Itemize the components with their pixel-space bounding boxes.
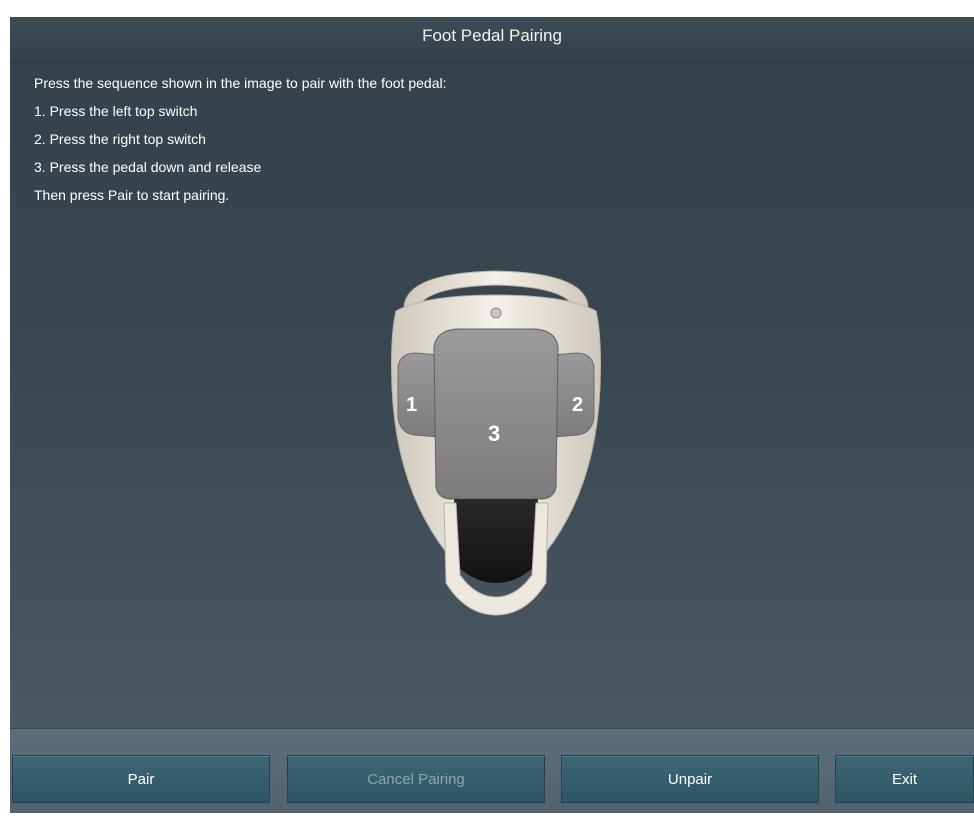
pair-button[interactable]: Pair: [12, 755, 270, 803]
exit-button[interactable]: Exit: [835, 755, 974, 803]
instructions-outro: Then press Pair to start pairing.: [34, 187, 230, 203]
pairing-screen: Foot Pedal Pairing Press the sequence sh…: [10, 17, 974, 813]
instructions-panel: Press the sequence shown in the image to…: [10, 63, 974, 728]
cancel-pairing-button[interactable]: Cancel Pairing: [287, 755, 545, 803]
left-switch-label: 1: [406, 394, 417, 416]
page-title: Foot Pedal Pairing: [422, 26, 562, 45]
main-pedal: [433, 328, 559, 500]
button-bar: Pair Cancel Pairing Unpair Exit: [10, 728, 974, 813]
pedal-label: 3: [488, 421, 500, 446]
left-switch: [397, 352, 439, 438]
instruction-step-3: 3. Press the pedal down and release: [34, 159, 262, 175]
instructions-intro: Press the sequence shown in the image to…: [34, 75, 447, 91]
right-switch-label: 2: [572, 394, 583, 416]
instruction-step-1: 1. Press the left top switch: [34, 103, 198, 119]
unpair-button[interactable]: Unpair: [561, 755, 819, 803]
instruction-step-2: 2. Press the right top switch: [34, 131, 206, 147]
title-bar: Foot Pedal Pairing: [10, 17, 974, 63]
foot-pedal-illustration: 1 2 3: [391, 270, 601, 616]
screw-icon: [490, 307, 502, 319]
pedal-recess: [454, 499, 538, 583]
